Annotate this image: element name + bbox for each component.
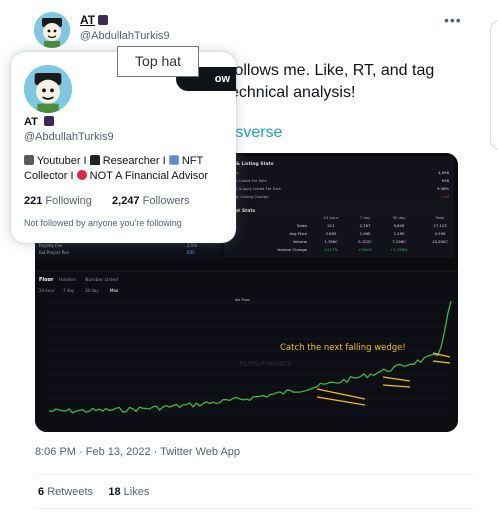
- framed-picture-icon: [168, 155, 179, 165]
- author-avatar[interactable]: [34, 12, 70, 48]
- hovercard-handle[interactable]: @AbdullahTurkis9: [24, 131, 114, 143]
- bio-text: NFT: [181, 155, 204, 167]
- market-cell: 1.96S: [360, 231, 371, 236]
- hovercard-avatar[interactable]: [24, 65, 72, 113]
- left-row-label-0: Royalty Fee: [39, 243, 63, 248]
- range-7d: 7 day: [63, 288, 75, 293]
- market-cell: 0.59S: [435, 231, 446, 236]
- market-row-label: Volume: [293, 239, 308, 244]
- followers-link[interactable]: 2,247 Followers: [112, 195, 190, 207]
- hovercard-bio: Youtuber I Researcher I NFT Collector I …: [24, 154, 234, 184]
- tweet-text: follows me. Like, RT, and tag echnical a…: [230, 60, 498, 104]
- market-cell: +1,758%: [390, 247, 408, 252]
- market-col-header: 30 day: [392, 215, 406, 220]
- followed-by-note: Not followed by anyone you're following: [24, 218, 182, 228]
- stats-row-value: 936: [442, 178, 450, 183]
- cartoon-avatar-icon: [34, 12, 70, 48]
- market-cell: 1,786C: [324, 239, 338, 244]
- following-count: 221: [24, 195, 43, 207]
- adjacent-panel-edge: [490, 20, 498, 150]
- bio-text: NOT A Financial Advisor: [89, 170, 209, 182]
- left-row-value-0: 2.5%: [187, 243, 197, 248]
- followers-label: Followers: [142, 195, 190, 207]
- likes-link[interactable]: 18 Likes: [108, 486, 149, 498]
- market-cell: 2.89S: [326, 231, 337, 236]
- more-options-icon[interactable]: •••: [444, 12, 462, 28]
- likes-count: 18: [108, 486, 121, 498]
- chart-tab-number-listed: Number Listed: [85, 277, 118, 283]
- market-cell: 7,298C: [392, 239, 406, 244]
- retweets-label: Retweets: [47, 486, 94, 498]
- tweet-article: AT @AbdullahTurkis9 ••• follows me. Like…: [0, 0, 498, 513]
- retweets-count: 6: [38, 486, 45, 498]
- market-cell: 6,826: [394, 223, 405, 228]
- divider: [35, 474, 475, 475]
- emoji-tooltip: Top hat: [117, 46, 199, 77]
- hovercard-name-text[interactable]: AT: [24, 116, 38, 128]
- tweet-link[interactable]: rsverse: [230, 124, 282, 142]
- retweets-link[interactable]: 6 Retweets: [38, 486, 93, 498]
- market-cell: +217%: [324, 247, 338, 252]
- following-link[interactable]: 221 Following: [24, 195, 92, 207]
- hovercard-name[interactable]: AT: [24, 116, 54, 128]
- market-cell: +300%: [358, 247, 372, 252]
- range-max: Max: [110, 288, 119, 293]
- chart-annotation: Catch the next falling wedge!: [280, 343, 406, 353]
- stats-row-value: 4,956: [438, 170, 449, 175]
- following-label: Following: [45, 195, 92, 207]
- author-name[interactable]: AT: [80, 13, 109, 27]
- profile-hovercard: ow AT @AbdullahTurkis9 Youtuber I Resear…: [11, 52, 236, 243]
- left-row-label-1: Ext Project Rev: [39, 250, 70, 255]
- market-col-header: 24 hour: [324, 215, 339, 220]
- top-hat-icon[interactable]: [98, 15, 109, 25]
- chart-watermark: FLIPS.FINANCE: [240, 360, 292, 368]
- tweet-text-line-2: echnical analysis!: [230, 84, 356, 101]
- chart-tab-holders: Holders: [59, 277, 77, 283]
- movie-camera-icon: [24, 155, 34, 165]
- top-hat-icon[interactable]: [43, 116, 54, 126]
- market-cell: 2,767: [360, 223, 371, 228]
- market-cell: 17,113: [433, 223, 447, 228]
- market-cell: 511: [327, 223, 335, 228]
- market-row-label: Sales: [297, 223, 307, 228]
- market-col-header: 7 day: [360, 215, 371, 220]
- range-24h: 24 hour: [39, 288, 55, 293]
- chart-tab-floor: Floor: [39, 277, 54, 283]
- author-name-text[interactable]: AT: [80, 13, 95, 27]
- bio-text: Researcher I: [102, 155, 166, 167]
- left-row-value-1: ERC: [187, 250, 195, 255]
- likes-label: Likes: [123, 486, 150, 498]
- no-entry-icon: [76, 170, 87, 180]
- market-row-label: Avg Price: [289, 231, 307, 236]
- tweet-timestamp[interactable]: 8:06 PM · Feb 13, 2022 · Twitter Web App: [35, 446, 240, 458]
- engagement-stats: 6 Retweets 18 Likes: [38, 486, 149, 498]
- followers-count: 2,247: [112, 195, 140, 207]
- bio-text: Youtuber I: [36, 155, 87, 167]
- market-col-header: Total: [435, 215, 445, 220]
- stats-row-value: +10: [441, 194, 450, 199]
- author-handle[interactable]: @AbdullahTurkis9: [80, 30, 170, 42]
- stats-row-value: 9.36%: [437, 186, 449, 191]
- market-cell: 10,200C: [432, 239, 448, 244]
- market-cell: 1.29S: [394, 231, 405, 236]
- market-cell: 5,152C: [358, 239, 372, 244]
- graduation-cap-icon: [89, 155, 100, 165]
- cartoon-avatar-icon: [24, 65, 72, 113]
- range-30d: 30 day: [85, 288, 99, 293]
- market-row-label: Volume Change: [277, 247, 308, 252]
- tweet-text-line-1: follows me. Like, RT, and tag: [230, 62, 435, 79]
- hovercard-counts: 221 Following 2,247 Followers: [24, 195, 190, 207]
- divider: [35, 508, 475, 509]
- bio-text: Collector I: [24, 170, 74, 182]
- chart-small-title: ale Floor: [235, 298, 251, 302]
